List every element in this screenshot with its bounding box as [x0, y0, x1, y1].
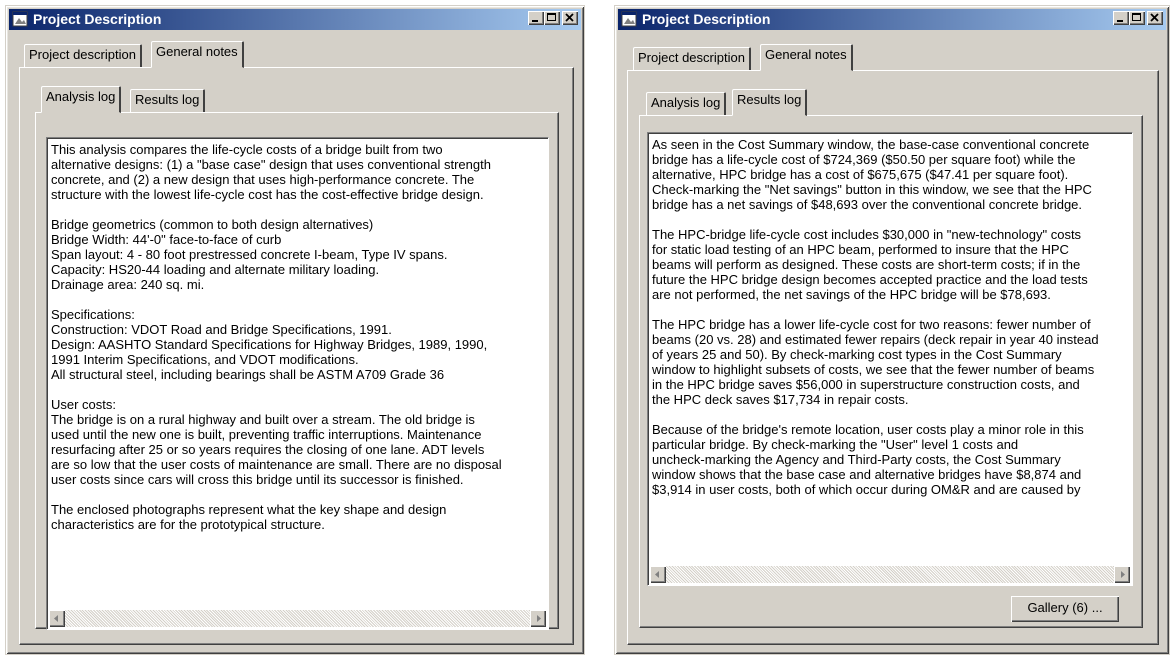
maximize-button[interactable]	[1129, 11, 1145, 25]
analysis-log-textbox[interactable]: This analysis compares the life-cycle co…	[46, 137, 549, 630]
horizontal-scrollbar[interactable]	[650, 566, 1130, 583]
log-paragraph: This analysis compares the life-cycle co…	[51, 142, 491, 202]
log-paragraph: As seen in the Cost Summary window, the …	[652, 137, 1092, 212]
tab-general-notes[interactable]: General notes	[151, 41, 244, 68]
horizontal-scrollbar[interactable]	[49, 610, 546, 627]
scroll-left-button[interactable]	[650, 566, 666, 583]
subtab-results-log[interactable]: Results log	[130, 89, 206, 113]
results-log-text: As seen in the Cost Summary window, the …	[652, 137, 1128, 512]
subtab-analysis-log[interactable]: Analysis log	[41, 86, 122, 113]
tab-general-notes[interactable]: General notes	[760, 44, 853, 71]
left-title-bar[interactable]: Project Description	[9, 9, 581, 30]
arrow-left-icon	[655, 571, 659, 578]
tab-project-description[interactable]: Project description	[24, 44, 142, 68]
maximize-button[interactable]	[544, 11, 560, 25]
minimize-button[interactable]	[528, 11, 544, 25]
scroll-right-button[interactable]	[1114, 566, 1130, 583]
close-icon	[1150, 13, 1159, 22]
left-window: Project Description Project description …	[5, 5, 585, 655]
maximize-icon	[547, 13, 556, 21]
window-icon	[621, 11, 637, 27]
window-title: Project Description	[642, 11, 771, 27]
subtab-results-log[interactable]: Results log	[732, 89, 808, 116]
close-button[interactable]	[1147, 11, 1163, 25]
log-paragraph: The enclosed photographs represent what …	[51, 502, 447, 532]
log-paragraph: The HPC-bridge life-cycle cost includes …	[652, 227, 1088, 302]
results-log-textbox[interactable]: As seen in the Cost Summary window, the …	[647, 132, 1133, 586]
right-title-bar[interactable]: Project Description	[618, 9, 1166, 30]
gallery-button[interactable]: Gallery (6) ...	[1011, 596, 1119, 622]
log-paragraph: Bridge geometrics (common to both design…	[51, 217, 448, 292]
window-icon	[12, 11, 28, 27]
log-paragraph: The HPC bridge has a lower life-cycle co…	[652, 317, 1099, 407]
arrow-left-icon	[54, 615, 58, 622]
tab-project-description[interactable]: Project description	[633, 47, 751, 71]
arrow-right-icon	[1121, 571, 1125, 578]
arrow-right-icon	[537, 615, 541, 622]
subtab-analysis-log[interactable]: Analysis log	[646, 92, 727, 116]
analysis-log-text: This analysis compares the life-cycle co…	[51, 142, 544, 547]
minimize-icon	[1117, 20, 1123, 22]
scroll-left-button[interactable]	[49, 610, 65, 627]
log-paragraph: Specifications: Construction: VDOT Road …	[51, 307, 488, 382]
maximize-icon	[1132, 13, 1141, 21]
window-title: Project Description	[33, 11, 162, 27]
right-window: Project Description Project description …	[614, 5, 1170, 655]
log-paragraph: User costs: The bridge is on a rural hig…	[51, 397, 502, 487]
scroll-right-button[interactable]	[530, 610, 546, 627]
close-icon	[565, 13, 574, 22]
minimize-button[interactable]	[1113, 11, 1129, 25]
minimize-icon	[532, 20, 538, 22]
close-button[interactable]	[562, 11, 578, 25]
log-paragraph: Because of the bridge's remote location,…	[652, 422, 1084, 497]
